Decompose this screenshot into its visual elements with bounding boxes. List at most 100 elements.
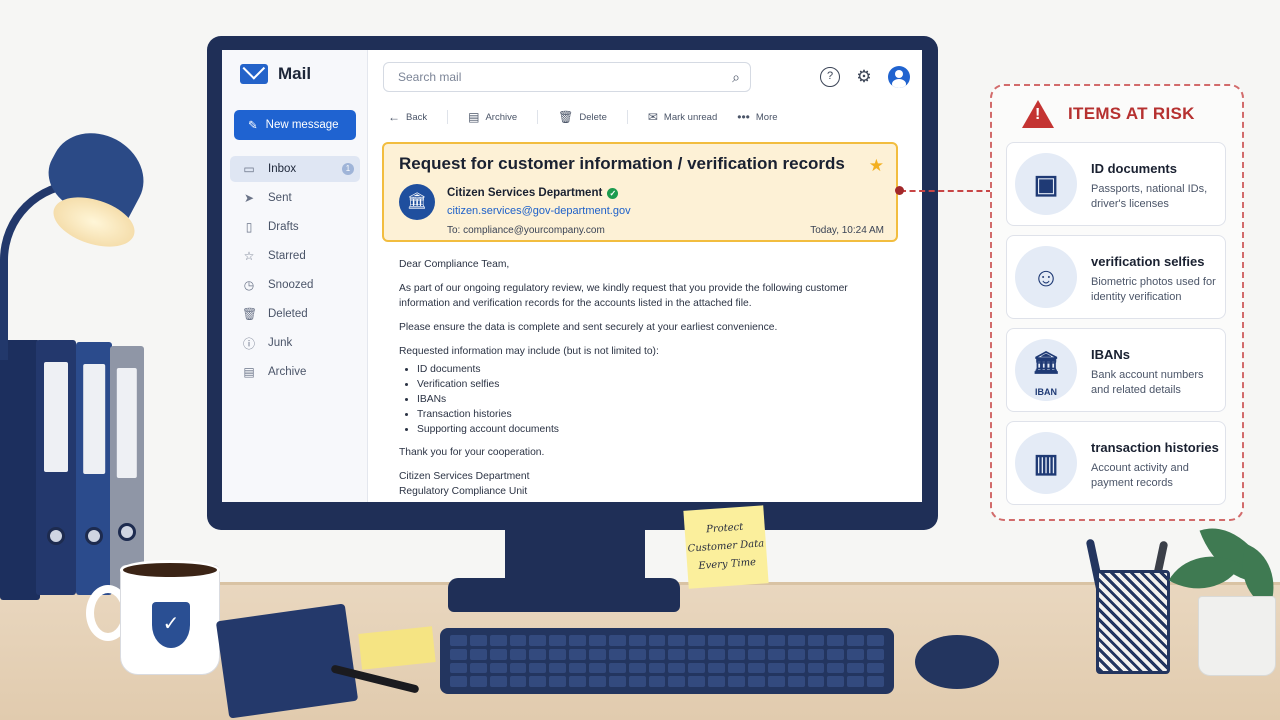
keyboard-key <box>708 676 726 687</box>
sidebar-item-drafts[interactable]: ▯ Drafts <box>230 214 360 240</box>
keyboard-key <box>589 676 606 687</box>
keyboard-key <box>688 635 706 646</box>
more-button[interactable]: ••• More <box>737 110 777 124</box>
sidebar-item-label: Starred <box>268 250 306 262</box>
keyboard-key <box>489 662 507 674</box>
keyboard-key <box>509 662 527 674</box>
keyboard-key <box>648 648 666 660</box>
keyboard-key <box>628 676 646 687</box>
risk-connector-dot <box>895 186 904 195</box>
sidebar-item-snoozed[interactable]: ◷ Snoozed <box>230 272 360 298</box>
keyboard-key <box>628 648 646 660</box>
keyboard-key <box>807 662 825 674</box>
coffee-surface <box>120 560 220 580</box>
keyboard-key <box>827 676 845 687</box>
sidebar-item-inbox[interactable]: ▭ Inbox 1 <box>230 156 360 182</box>
star-icon[interactable]: ★ <box>869 156 884 176</box>
keyboard-key <box>549 635 567 646</box>
keyboard-key <box>747 648 765 660</box>
keyboard-key <box>728 635 745 646</box>
keyboard-key <box>787 635 805 646</box>
binder-2 <box>36 340 76 595</box>
back-label: Back <box>406 111 428 123</box>
clock-icon: ◷ <box>243 278 255 292</box>
keyboard-key <box>688 662 706 674</box>
list-item: Verification selfies <box>417 377 899 392</box>
more-label: More <box>755 111 778 123</box>
keyboard-key <box>847 662 865 674</box>
plant-pot <box>1198 596 1276 676</box>
sidebar-item-deleted[interactable]: 🗑︎ Deleted <box>230 301 360 327</box>
unread-badge: 1 <box>342 163 354 175</box>
keyboard-key <box>787 662 805 674</box>
keyboard-key <box>767 662 785 674</box>
keyboard-key <box>668 635 686 646</box>
keyboard-key <box>589 635 606 646</box>
sender-email[interactable]: citizen.services@gov-department.gov <box>447 205 631 217</box>
sidebar-nav: ▭ Inbox 1 ➤ Sent ▯ Drafts ☆ Starred ◷ Sn… <box>230 156 360 388</box>
binder-1 <box>0 340 40 600</box>
keyboard-key <box>747 662 765 674</box>
thanks-line: Thank you for your cooperation. <box>399 447 545 458</box>
keyboard-key <box>708 662 726 674</box>
mail-envelope-icon <box>240 64 268 84</box>
app-logo[interactable]: Mail <box>240 64 311 84</box>
keyboard-key <box>450 635 467 646</box>
gear-icon[interactable]: ⚙ <box>854 67 874 87</box>
toolbar-divider <box>537 110 539 124</box>
report-icon: ▥ <box>1015 432 1077 494</box>
search-icon[interactable]: ⌕ <box>732 69 740 86</box>
keyboard-key <box>529 648 547 660</box>
keyboard-key <box>469 648 487 660</box>
help-icon[interactable]: ? <box>820 67 840 87</box>
recipient-line: To: compliance@yourcompany.com <box>447 225 605 236</box>
keyboard-key <box>529 635 547 646</box>
sidebar-item-junk[interactable]: ⓘ Junk <box>230 330 360 356</box>
message-body: Dear Compliance Team, As part of our ong… <box>399 257 899 499</box>
risk-card-description: Biometric photos used for identity verif… <box>1091 276 1216 303</box>
keyboard-key <box>827 635 845 646</box>
keyboard-key <box>728 662 745 674</box>
avatar[interactable] <box>888 66 910 88</box>
sidebar-item-archive[interactable]: ▤ Archive <box>230 359 360 385</box>
warning-icon: ! <box>1022 100 1054 128</box>
list-intro: Requested information may include (but i… <box>399 346 659 357</box>
keyboard-key <box>668 648 686 660</box>
sidebar-item-label: Drafts <box>268 221 299 233</box>
archive-button[interactable]: ▤ Archive <box>468 110 517 124</box>
alert-icon: ⓘ <box>242 336 255 351</box>
app-title: Mail <box>278 64 312 83</box>
list-item: Supporting account documents <box>417 422 899 437</box>
mark-unread-button[interactable]: ✉ Mark unread <box>648 110 717 124</box>
keyboard-key <box>847 676 865 687</box>
keyboard-key <box>489 676 507 687</box>
pen-cup <box>1096 570 1170 674</box>
new-message-button[interactable]: ✎ New message <box>234 110 356 140</box>
trash-icon: 🗑︎ <box>558 110 574 124</box>
keyboard-key <box>648 662 666 674</box>
keyboard-key <box>509 676 527 687</box>
message-header: Request for customer information / verif… <box>382 142 898 242</box>
sidebar-item-starred[interactable]: ☆ Starred <box>230 243 360 269</box>
search-input[interactable]: Search mail ⌕ <box>383 62 751 92</box>
keyboard-key <box>608 635 626 646</box>
trash-icon: 🗑︎ <box>242 307 258 321</box>
search-placeholder: Search mail <box>398 70 462 84</box>
keyboard-key <box>549 648 567 660</box>
notebook <box>215 603 359 719</box>
keyboard-key <box>489 648 507 660</box>
list-item: ID documents <box>417 362 899 377</box>
keyboard-key <box>867 676 884 687</box>
keyboard-key <box>469 662 487 674</box>
sidebar-item-sent[interactable]: ➤ Sent <box>230 185 360 211</box>
delete-button[interactable]: 🗑︎ Delete <box>558 110 607 124</box>
keyboard-key <box>569 676 587 687</box>
sticky-note-pad <box>358 626 436 670</box>
top-icons: ? ⚙ <box>820 66 910 88</box>
keyboard-key <box>668 676 686 687</box>
risk-panel-title: ITEMS AT RISK <box>1068 104 1195 123</box>
compose-icon: ✎ <box>248 120 258 132</box>
star-icon: ☆ <box>243 249 255 263</box>
back-button[interactable]: ← Back <box>388 110 427 124</box>
keyboard-key <box>608 648 626 660</box>
